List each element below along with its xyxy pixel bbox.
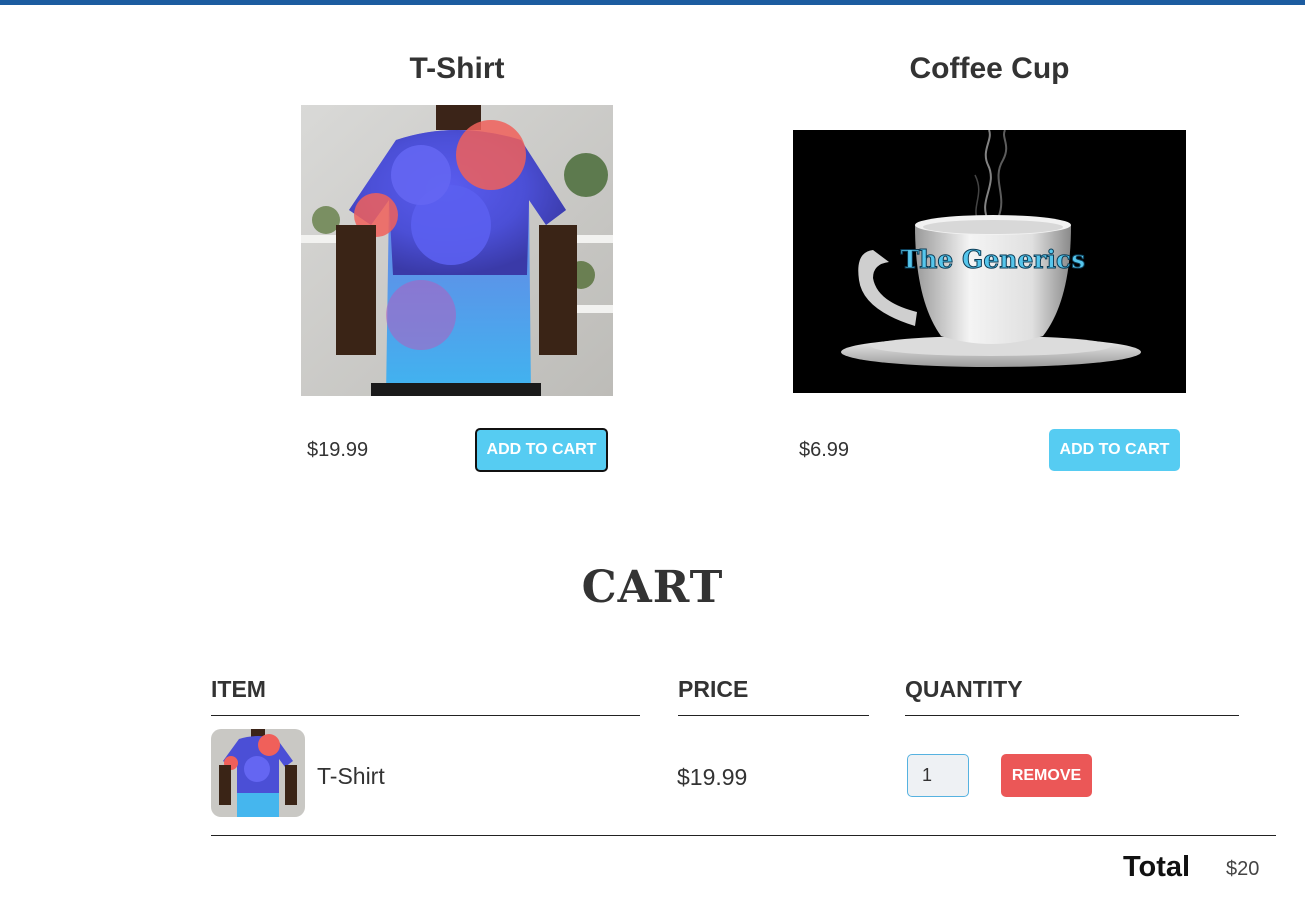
cart-item-price: $19.99 bbox=[677, 764, 748, 790]
remove-button[interactable]: REMOVE bbox=[1001, 754, 1092, 797]
product-title: Coffee Cup bbox=[909, 52, 1070, 85]
cart-item-thumbnail bbox=[211, 729, 305, 817]
divider bbox=[678, 715, 869, 716]
total-value: $20 bbox=[1226, 858, 1260, 880]
add-to-cart-button[interactable]: ADD TO CART bbox=[1049, 429, 1180, 471]
product-price: $19.99 bbox=[307, 439, 369, 461]
product-title: T-Shirt bbox=[409, 52, 505, 85]
column-header-price: PRICE bbox=[678, 676, 749, 702]
tshirt-image bbox=[301, 105, 613, 396]
cart-item-name: T-Shirt bbox=[317, 763, 385, 789]
divider bbox=[211, 715, 640, 716]
quantity-input[interactable] bbox=[907, 754, 969, 797]
top-accent-bar bbox=[0, 0, 1305, 5]
divider bbox=[211, 835, 1276, 836]
coffee-cup-image: The Generics bbox=[793, 130, 1186, 393]
column-header-quantity: QUANTITY bbox=[905, 676, 1023, 702]
column-header-item: ITEM bbox=[211, 676, 266, 702]
product-price: $6.99 bbox=[799, 439, 850, 461]
cart-heading: CART bbox=[581, 562, 724, 613]
cup-brand-text: The Generics bbox=[901, 245, 1086, 274]
add-to-cart-button[interactable]: ADD TO CART bbox=[475, 428, 608, 472]
total-label: Total bbox=[1123, 851, 1191, 883]
divider bbox=[905, 715, 1239, 716]
